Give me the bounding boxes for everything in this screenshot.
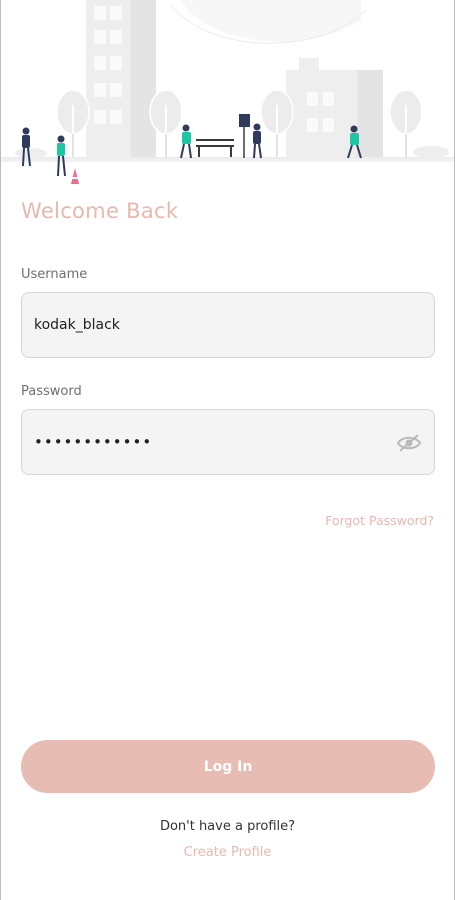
page-title: Welcome Back [21,199,179,223]
signpost [239,114,250,158]
traffic-cone [71,168,79,184]
person-center [180,124,192,159]
eye-off-icon[interactable] [396,432,422,454]
login-screen: Welcome Back Username Password Forgot Pa… [0,0,455,900]
password-field[interactable] [21,409,435,475]
forgot-password-link[interactable]: Forgot Password? [325,513,434,528]
person-with-phone [57,135,66,177]
password-label: Password [21,384,82,399]
username-label: Username [21,267,88,282]
park-bench [196,139,234,157]
password-input[interactable] [34,410,394,474]
tall-building [86,0,156,160]
low-building [286,58,383,160]
username-field[interactable] [21,292,435,358]
username-input[interactable] [34,293,394,357]
city-park-illustration [1,0,454,184]
login-button[interactable]: Log In [21,740,435,793]
create-profile-link[interactable]: Create Profile [1,845,454,860]
person-near-sign [253,123,262,159]
signup-prompt: Don't have a profile? [159,819,296,834]
